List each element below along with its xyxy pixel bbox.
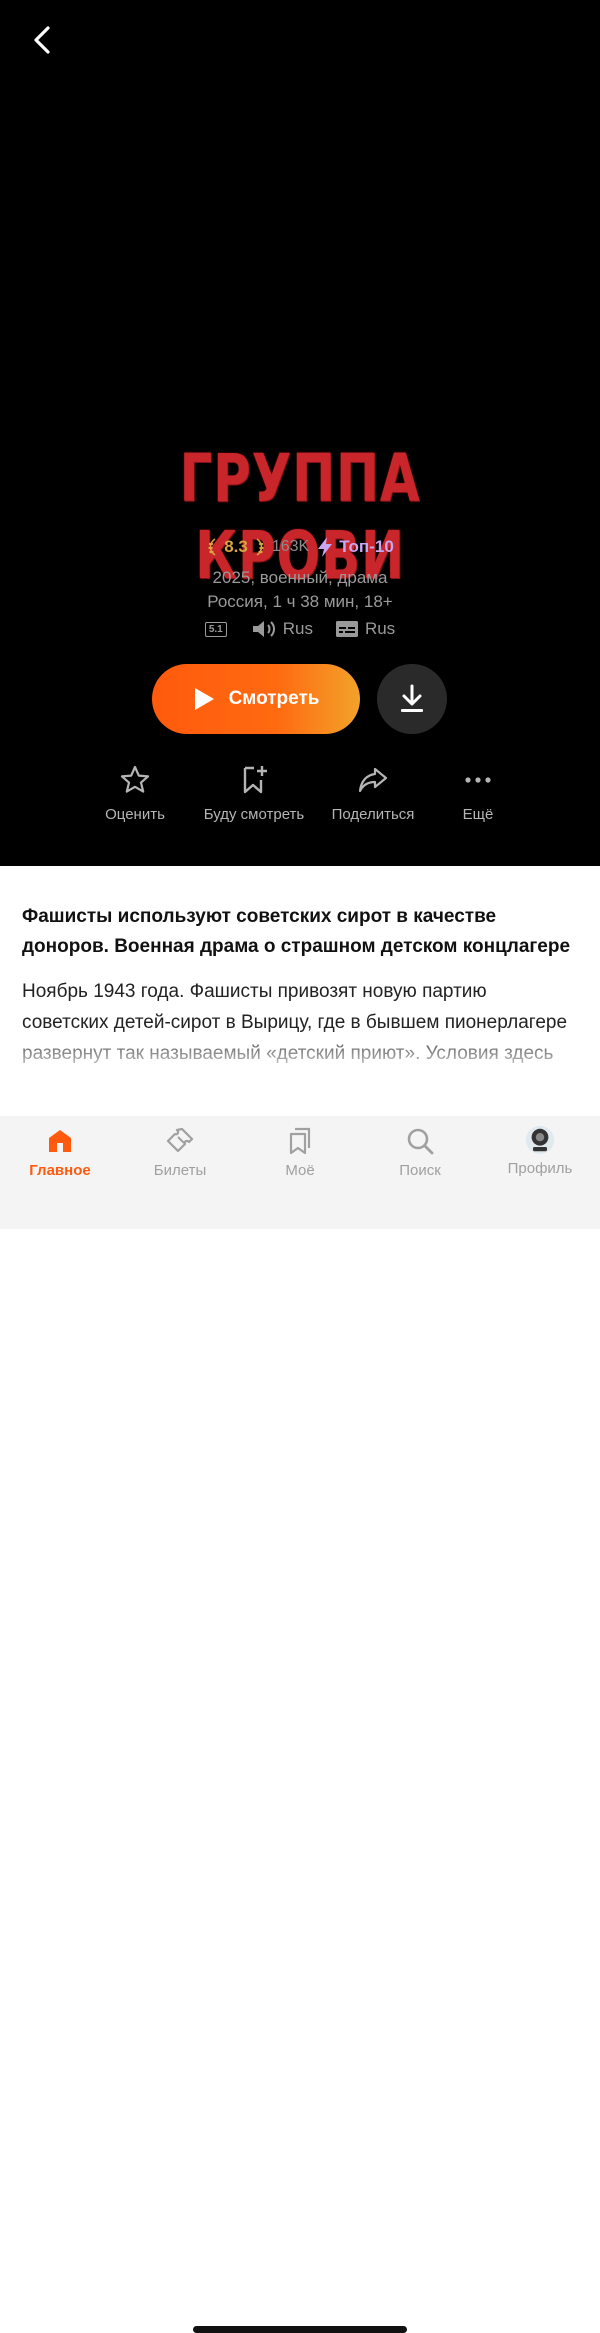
watch-button-label: Смотреть [228,688,320,709]
avatar [526,1126,554,1154]
audio-language-label: Rus [282,619,313,638]
avatar-image [531,1128,549,1152]
top-badge-label: Топ-10 [339,537,394,556]
tab-profile[interactable]: Профиль [480,1126,600,1177]
download-button[interactable] [377,664,447,734]
subtitles-icon [335,621,358,637]
download-icon [401,684,423,712]
tab-search[interactable]: Поиск [360,1126,480,1179]
audio-language: Rus [251,618,313,640]
subtitles-language-label: Rus [364,619,396,638]
movie-info-country-duration: Россия, 1 ч 38 мин, 18+ [207,592,393,611]
share-action-label: Поделиться [331,806,415,823]
tab-profile-label: Профиль [507,1160,573,1177]
tab-tickets[interactable]: Билеты [120,1126,240,1179]
tab-home-label: Главное [29,1162,91,1179]
top-badge: Топ-10 [315,536,394,558]
share-icon [358,767,388,793]
audio-format-badge: 5.1 [204,621,227,637]
description-body[interactable]: Ноябрь 1943 года. Фашисты привозят новую… [22,976,578,1069]
rate-action[interactable]: Оценить [85,764,185,823]
laurel-left-icon [208,538,216,556]
more-icon [465,777,491,783]
watchlist-action-label: Буду смотреть [203,806,305,823]
movie-info-year-genre: 2025, военный, драма [212,568,388,587]
share-action[interactable]: Поделиться [323,764,423,823]
audio-video-row: 5.1 Rus Rus [0,618,600,640]
search-icon [407,1128,434,1155]
my-bookmarks-icon [289,1127,311,1155]
ticket-icon [166,1127,194,1153]
watchlist-action[interactable]: Буду смотреть [194,764,314,823]
lightning-icon [318,537,333,557]
more-action[interactable]: Ещё [438,764,518,823]
bottom-tab-bar: Главное Билеты Моё Поиск Профиль [0,1116,600,2333]
speaker-icon [252,621,275,637]
laurel-right-icon [256,538,264,556]
action-row: Оценить Буду смотреть Поделиться Ещё [0,764,600,834]
tab-my[interactable]: Моё [240,1126,360,1179]
tab-search-label: Поиск [399,1162,441,1179]
movie-hero: ГРУППА КРОВИ 8.3 163K Топ-10 2025, военн… [0,0,600,866]
play-icon [194,688,214,710]
rating-value: 8.3 [224,537,248,556]
votes-count: 163K [271,538,310,555]
tab-home[interactable]: Главное [0,1126,120,1179]
more-action-label: Ещё [462,806,494,823]
subtitles-language: Rus [335,619,395,639]
back-button[interactable] [22,20,62,60]
tab-my-label: Моё [285,1162,315,1179]
description-title: Фашисты используют советских сирот в кач… [22,906,571,957]
star-icon [120,765,150,793]
rating-row: 8.3 163K Топ-10 [0,536,600,558]
rate-action-label: Оценить [105,806,165,823]
bookmark-plus-icon [243,766,267,794]
watch-button[interactable]: Смотреть [152,664,360,734]
description-section: Фашисты используют советских сирот в кач… [22,902,578,1069]
home-icon [49,1130,71,1152]
tab-tickets-label: Билеты [153,1162,207,1179]
home-indicator [193,2326,407,2333]
chevron-left-icon [34,26,50,54]
